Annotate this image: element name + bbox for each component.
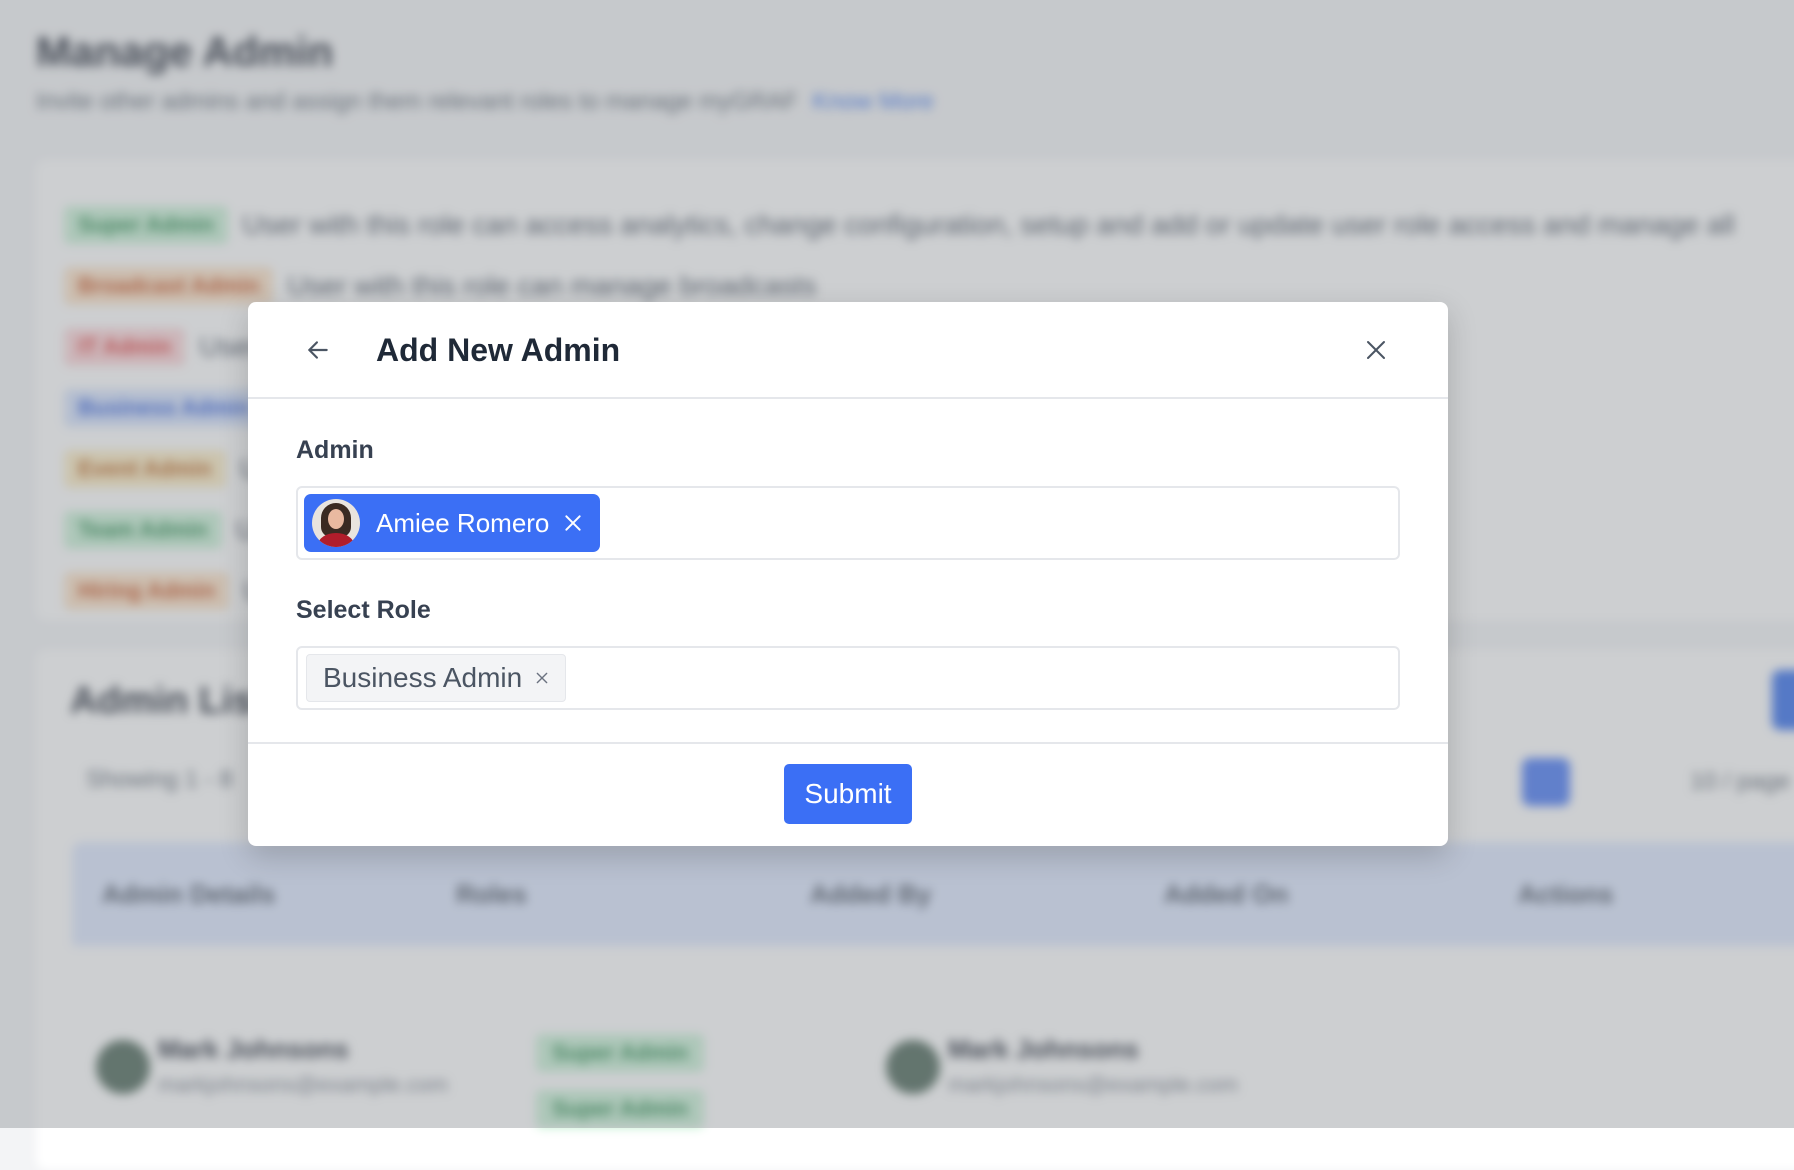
remove-role-button[interactable]	[532, 668, 552, 688]
role-select-input[interactable]: Business Admin	[296, 646, 1400, 710]
selected-admin-chip: Amiee Romero	[304, 494, 600, 552]
close-icon	[1367, 341, 1385, 359]
modal-footer: Submit	[248, 742, 1448, 846]
close-button[interactable]	[1358, 332, 1394, 368]
back-button[interactable]	[298, 330, 338, 370]
remove-admin-button[interactable]	[561, 511, 585, 535]
add-admin-modal: Add New Admin Admin Amiee Romero Select …	[248, 302, 1448, 846]
selected-role-chip: Business Admin	[306, 654, 566, 702]
arrow-left-icon	[308, 341, 328, 359]
selected-admin-name: Amiee Romero	[376, 507, 550, 538]
selected-role-label: Business Admin	[323, 662, 523, 693]
close-icon	[536, 672, 548, 684]
modal-header: Add New Admin	[248, 302, 1448, 399]
avatar	[312, 499, 360, 547]
submit-button[interactable]: Submit	[784, 764, 912, 824]
close-icon	[565, 515, 582, 531]
role-field-label: Select Role	[296, 596, 431, 624]
admin-select-input[interactable]: Amiee Romero	[296, 486, 1400, 560]
modal-title: Add New Admin	[376, 332, 621, 368]
admin-field-label: Admin	[296, 436, 374, 464]
